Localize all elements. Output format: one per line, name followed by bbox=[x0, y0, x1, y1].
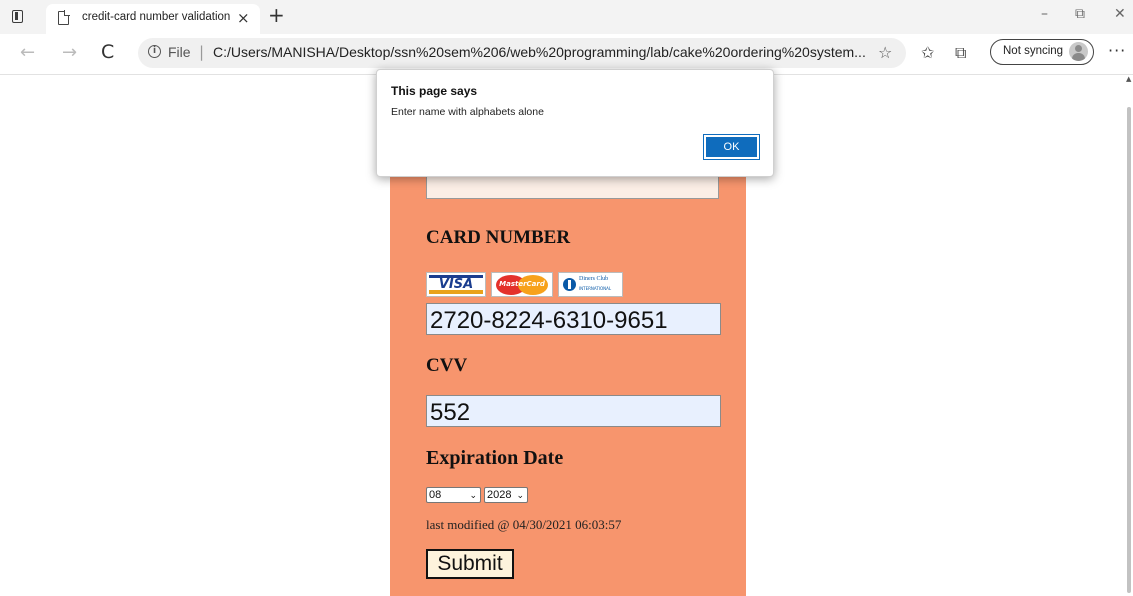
last-modified-text: last modified @ 04/30/2021 06:03:57 bbox=[426, 517, 622, 532]
address-separator: | bbox=[199, 43, 205, 61]
dialog-message: Enter name with alphabets alone bbox=[391, 106, 544, 118]
dialog-title: This page says bbox=[391, 84, 478, 98]
mastercard-logo-text: MasterCard bbox=[499, 280, 545, 288]
new-tab-icon[interactable]: + bbox=[268, 3, 285, 27]
info-icon[interactable]: i bbox=[148, 45, 161, 58]
tab-title: credit-card number validation bbox=[82, 11, 231, 23]
refresh-icon[interactable]: C bbox=[101, 41, 114, 63]
url-text[interactable]: C:/Users/MANISHA/Desktop/ssn%20sem%206/w… bbox=[213, 44, 866, 60]
minimize-icon[interactable]: – bbox=[1041, 6, 1048, 22]
favorite-icon[interactable]: ☆ bbox=[878, 43, 892, 62]
sync-label: Not syncing bbox=[1003, 45, 1064, 57]
tab-strip: credit-card number validation × + – ⧉ ✕ bbox=[0, 0, 1133, 34]
profile-sync-button[interactable]: Not syncing bbox=[990, 39, 1094, 65]
forward-icon[interactable]: → bbox=[62, 42, 77, 63]
tab-close-icon[interactable]: × bbox=[237, 9, 250, 27]
more-options-icon[interactable]: ··· bbox=[1108, 41, 1126, 60]
card-number-heading: CARD NUMBER bbox=[426, 227, 571, 248]
tab-credit-card-validation[interactable]: credit-card number validation × bbox=[46, 4, 260, 34]
protocol-label: File bbox=[168, 44, 191, 60]
favorites-list-icon[interactable]: ✩ bbox=[921, 43, 934, 62]
avatar bbox=[1069, 42, 1088, 61]
diners-logo-text: Diners Club bbox=[579, 276, 609, 282]
scroll-up-icon[interactable]: ▲ bbox=[1126, 75, 1131, 83]
visa-logo-text: VISA bbox=[438, 277, 474, 292]
chevron-down-icon: ⌄ bbox=[516, 490, 524, 500]
scrollbar[interactable] bbox=[1127, 107, 1131, 593]
card-number-input[interactable]: 2720-8224-6310-9651 bbox=[426, 303, 721, 335]
expiration-year-select[interactable]: 2028 ⌄ bbox=[484, 487, 528, 503]
back-icon[interactable]: ← bbox=[20, 42, 35, 63]
alert-dialog: This page says Enter name with alphabets… bbox=[376, 69, 774, 177]
close-window-icon[interactable]: ✕ bbox=[1114, 6, 1126, 22]
tab-actions-icon[interactable] bbox=[10, 9, 26, 25]
page-icon bbox=[58, 10, 70, 25]
expiration-year-value: 2028 bbox=[487, 489, 512, 501]
cvv-input[interactable]: 552 bbox=[426, 395, 721, 427]
diners-club-logo: Diners Club INTERNATIONAL bbox=[558, 272, 623, 297]
cvv-heading: CVV bbox=[426, 355, 468, 376]
collections-icon[interactable]: ⧉ bbox=[955, 43, 966, 63]
ok-button[interactable]: OK bbox=[703, 134, 760, 160]
chevron-down-icon: ⌄ bbox=[469, 490, 477, 500]
restore-icon[interactable]: ⧉ bbox=[1075, 6, 1085, 22]
address-bar[interactable]: i File | C:/Users/MANISHA/Desktop/ssn%20… bbox=[138, 38, 906, 68]
expiration-month-value: 08 bbox=[429, 489, 442, 501]
diners-logo-subtext: INTERNATIONAL bbox=[579, 286, 612, 291]
expiration-month-select[interactable]: 08 ⌄ bbox=[426, 487, 481, 503]
mastercard-logo: MasterCard bbox=[491, 272, 553, 297]
visa-logo: VISA bbox=[426, 272, 486, 297]
expiration-heading: Expiration Date bbox=[426, 447, 564, 469]
submit-button[interactable]: Submit bbox=[426, 549, 514, 579]
